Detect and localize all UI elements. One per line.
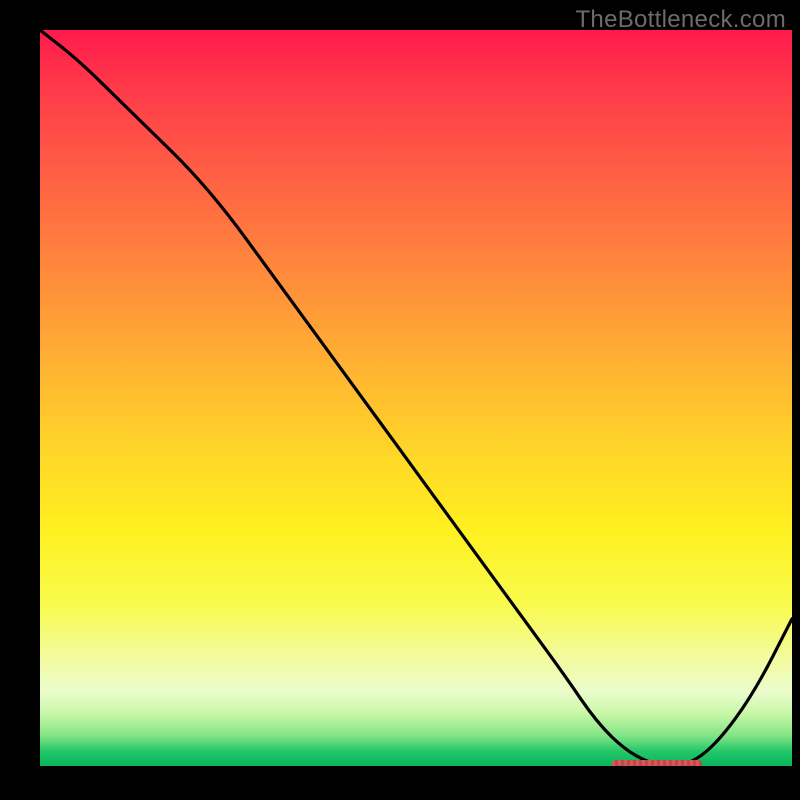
plot-area — [40, 30, 792, 766]
watermark-text: TheBottleneck.com — [575, 6, 786, 34]
bottleneck-curve — [40, 30, 792, 766]
curve-layer — [40, 30, 792, 766]
chart-frame: TheBottleneck.com — [0, 0, 800, 800]
optimum-marker — [612, 760, 702, 766]
